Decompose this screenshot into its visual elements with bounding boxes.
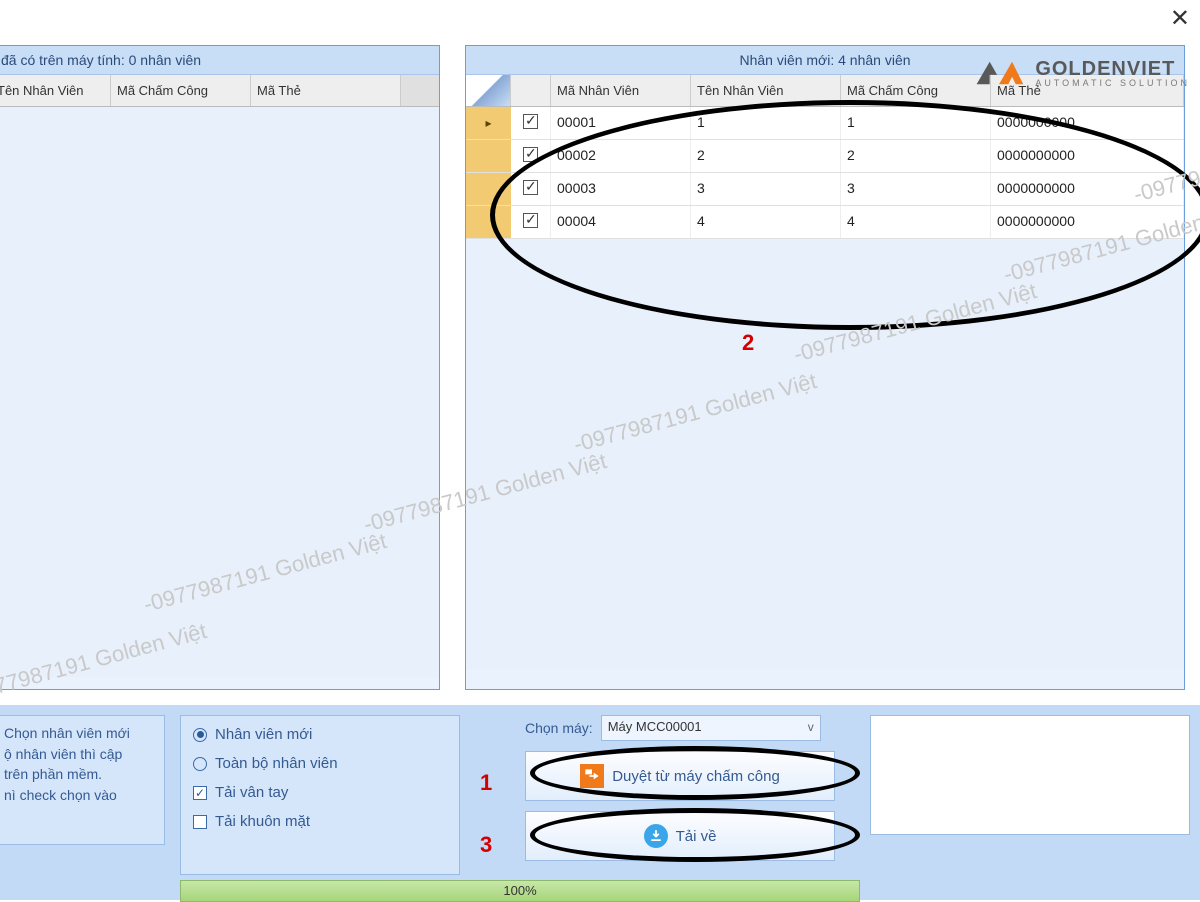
help-line: ộ nhân viên thì cập [4,745,156,765]
cell-ma-the: 0000000000 [991,206,1184,238]
radio-icon [193,757,207,771]
button-label: Tải về [676,828,717,845]
row-header[interactable] [466,173,511,205]
help-line: trên phần mềm. [4,765,156,785]
cell-ma-nhan-vien: 00001 [551,107,691,139]
download-icon [644,824,668,848]
logo-icon [971,56,1027,90]
col-header: Mã Chấm Công [111,75,251,106]
machine-select[interactable]: Máy MCC00001 [601,715,821,741]
table-row[interactable]: 00002220000000000 [466,140,1184,173]
annotation-number: 1 [480,770,492,796]
brand-logo: GOLDENVIET AUTOMATIC SOLUTION [971,56,1190,90]
row-checkbox[interactable] [511,107,551,139]
cell-ten-nhan-vien: 4 [691,206,841,238]
radio-label: Nhân viên mới [215,726,312,743]
progress-bar: 100% [180,880,860,902]
cell-ma-cham-cong: 1 [841,107,991,139]
button-label: Duyệt từ máy chấm công [612,768,780,785]
new-employees-panel: Nhân viên mới: 4 nhân viên Mã Nhân Viên … [465,45,1185,690]
row-header[interactable] [466,140,511,172]
bottom-toolbar: Chọn nhân viên mới ộ nhân viên thì cập t… [0,705,1200,900]
checkbox-label: Tải khuôn mặt [215,813,310,830]
table-row[interactable]: ▸00001110000000000 [466,107,1184,140]
cell-ten-nhan-vien: 1 [691,107,841,139]
radio-new-employees[interactable]: Nhân viên mới [193,726,447,743]
help-text-panel: Chọn nhân viên mới ộ nhân viên thì cập t… [0,715,165,845]
col-header: Mã Thẻ [251,75,401,106]
export-icon [580,764,604,788]
options-panel: Nhân viên mới Toàn bộ nhân viên Tải vân … [180,715,460,875]
checkbox-icon [193,815,207,829]
col-header-checkbox[interactable] [511,75,551,106]
panel-title: đã có trên máy tính: 0 nhân viên [0,46,439,75]
row-header[interactable] [466,206,511,238]
cell-ma-the: 0000000000 [991,140,1184,172]
col-header[interactable]: Tên Nhân Viên [691,75,841,106]
checkbox-icon [193,786,207,800]
cell-ten-nhan-vien: 2 [691,140,841,172]
col-header: Tên Nhân Viên [0,75,111,106]
table-header: Tên Nhân Viên Mã Chấm Công Mã Thẻ [0,75,439,107]
help-line: Chọn nhân viên mới [4,724,156,744]
cell-ma-cham-cong: 2 [841,140,991,172]
checkbox-face[interactable]: Tải khuôn mặt [193,813,447,830]
table-body-empty [0,107,439,677]
select-machine-label: Chọn máy: [525,720,593,736]
cell-ma-cham-cong: 4 [841,206,991,238]
col-header[interactable]: Mã Nhân Viên [551,75,691,106]
cell-ma-nhan-vien: 00002 [551,140,691,172]
logo-text: GOLDENVIET [1035,59,1190,79]
row-checkbox[interactable] [511,173,551,205]
radio-icon [193,728,207,742]
row-checkbox[interactable] [511,140,551,172]
table-body-empty [466,239,1184,669]
cell-ma-nhan-vien: 00004 [551,206,691,238]
cell-ma-the: 0000000000 [991,173,1184,205]
browse-from-device-button[interactable]: Duyệt từ máy chấm công [525,751,835,801]
existing-employees-panel: đã có trên máy tính: 0 nhân viên Tên Nhâ… [0,45,440,690]
col-header[interactable]: Mã Chấm Công [841,75,991,106]
table-row[interactable]: 00004440000000000 [466,206,1184,239]
table-row[interactable]: 00003330000000000 [466,173,1184,206]
cell-ma-nhan-vien: 00003 [551,173,691,205]
row-checkbox[interactable] [511,206,551,238]
cell-ma-cham-cong: 3 [841,173,991,205]
log-output-box [870,715,1190,835]
annotation-number: 2 [742,330,754,356]
checkbox-label: Tải vân tay [215,784,288,801]
checkbox-fingerprint[interactable]: Tải vân tay [193,784,447,801]
row-header[interactable]: ▸ [466,107,511,139]
radio-label: Toàn bộ nhân viên [215,755,338,772]
action-panel: Chọn máy: Máy MCC00001 Duyệt từ máy chấm… [525,715,860,875]
logo-subtext: AUTOMATIC SOLUTION [1035,79,1190,88]
select-all-corner[interactable] [466,75,511,106]
radio-all-employees[interactable]: Toàn bộ nhân viên [193,755,447,772]
cell-ma-the: 0000000000 [991,107,1184,139]
cell-ten-nhan-vien: 3 [691,173,841,205]
annotation-number: 3 [480,832,492,858]
close-icon[interactable]: ✕ [1170,4,1190,33]
download-button[interactable]: Tải về [525,811,835,861]
help-line: nì check chọn vào [4,786,156,806]
